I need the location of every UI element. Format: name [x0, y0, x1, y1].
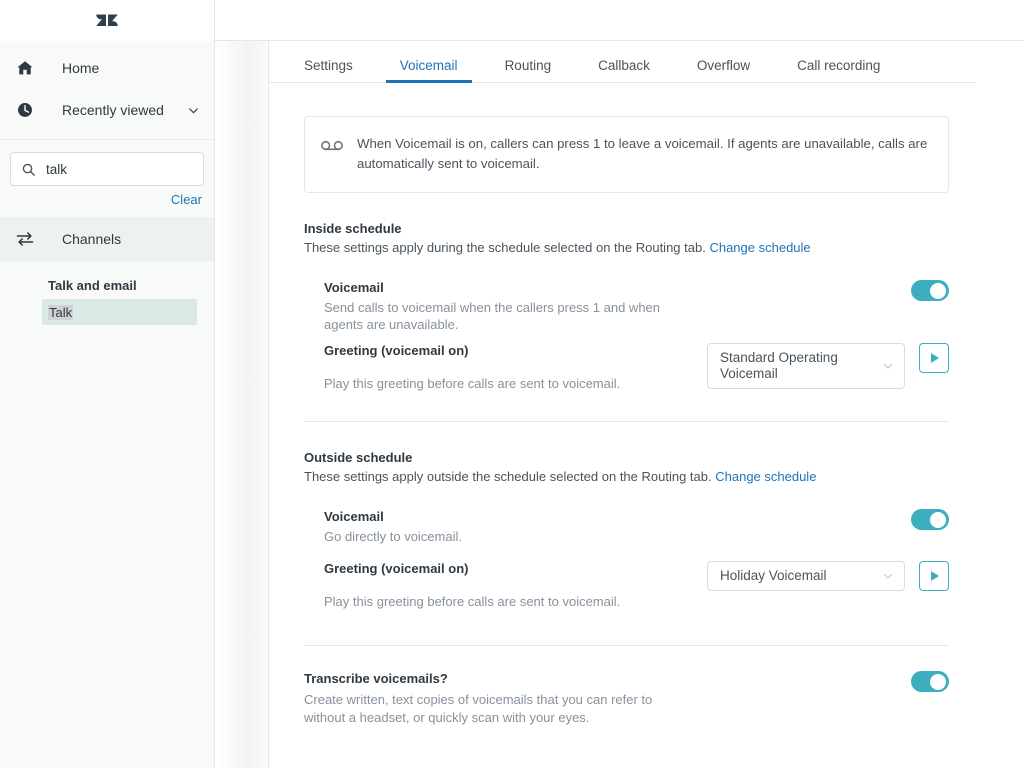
sidebar-item-channels[interactable]: Channels	[0, 217, 214, 261]
inside-schedule-description: These settings apply during the schedule…	[304, 239, 949, 257]
transcribe-section: Transcribe voicemails? Create written, t…	[304, 671, 949, 727]
outside-schedule-title: Outside schedule	[304, 450, 949, 465]
chevron-down-icon[interactable]	[186, 103, 200, 117]
channels-icon	[14, 228, 36, 250]
sidebar-item-talk-label: Talk	[48, 305, 73, 320]
sidebar-item-home-label: Home	[62, 60, 200, 76]
inside-greeting-description: Play this greeting before calls are sent…	[324, 376, 707, 391]
outside-greeting-play-button[interactable]	[919, 561, 949, 591]
outside-greeting-select[interactable]: Holiday Voicemail	[707, 561, 905, 591]
section-divider-1	[304, 421, 949, 422]
transcribe-toggle[interactable]	[911, 671, 949, 692]
inside-voicemail-toggle[interactable]	[911, 280, 949, 301]
outside-schedule-section: Outside schedule These settings apply ou…	[304, 450, 949, 609]
main-area: Settings Voicemail Routing Callback Over…	[215, 0, 1024, 768]
clock-icon	[14, 99, 36, 121]
inside-greeting-select-value: Standard Operating Voicemail	[720, 350, 876, 382]
clear-row: Clear	[0, 186, 214, 207]
primary-nav: Home Recently viewed	[0, 41, 214, 140]
sidebar-item-home[interactable]: Home	[0, 47, 214, 89]
toggle-knob	[930, 674, 946, 690]
section-divider-2	[304, 645, 949, 646]
sidebar-item-channels-label: Channels	[62, 231, 121, 247]
chevron-down-icon	[882, 360, 894, 372]
tab-call-recording[interactable]: Call recording	[797, 58, 880, 82]
info-callout-text: When Voicemail is on, callers can press …	[357, 134, 930, 174]
voicemail-icon	[321, 136, 343, 154]
play-icon	[931, 353, 939, 363]
inside-schedule-title: Inside schedule	[304, 221, 949, 236]
sidebar-item-recently-viewed-label: Recently viewed	[62, 102, 186, 118]
play-icon	[931, 571, 939, 581]
search-box[interactable]	[10, 152, 204, 186]
outside-schedule-description: These settings apply outside the schedul…	[304, 468, 949, 486]
transcribe-title: Transcribe voicemails?	[304, 671, 911, 686]
inside-greeting-play-button[interactable]	[919, 343, 949, 373]
tab-bar: Settings Voicemail Routing Callback Over…	[269, 45, 976, 83]
outside-greeting-description: Play this greeting before calls are sent…	[324, 594, 707, 609]
search-area	[0, 140, 214, 186]
inside-voicemail-text: Voicemail Send calls to voicemail when t…	[324, 280, 911, 333]
outside-change-schedule-link[interactable]: Change schedule	[715, 469, 816, 484]
inside-greeting-select[interactable]: Standard Operating Voicemail	[707, 343, 905, 389]
inside-schedule-section: Inside schedule These settings apply dur…	[304, 221, 949, 391]
outside-voicemail-toggle[interactable]	[911, 509, 949, 530]
inside-greeting-label: Greeting (voicemail on)	[324, 343, 707, 358]
search-icon	[20, 161, 36, 177]
transcribe-description: Create written, text copies of voicemail…	[304, 691, 689, 727]
outside-voicemail-row: Voicemail Go directly to voicemail.	[304, 509, 949, 545]
sidebar: Home Recently viewed	[0, 0, 215, 768]
outside-voicemail-text: Voicemail Go directly to voicemail.	[324, 509, 911, 545]
home-icon	[14, 57, 36, 79]
sidebar-item-recently-viewed[interactable]: Recently viewed	[0, 89, 214, 131]
inside-voicemail-label: Voicemail	[324, 280, 891, 295]
zendesk-logo-icon[interactable]	[95, 9, 119, 33]
inside-greeting-control: Standard Operating Voicemail	[707, 343, 949, 389]
sidebar-item-talk[interactable]: Talk	[42, 299, 197, 325]
app-root: Home Recently viewed	[0, 0, 1024, 768]
inside-greeting-row: Greeting (voicemail on) Play this greeti…	[304, 343, 949, 391]
outside-voicemail-control	[911, 509, 949, 530]
tab-callback[interactable]: Callback	[598, 58, 650, 82]
outside-voicemail-label: Voicemail	[324, 509, 891, 524]
outside-greeting-row: Greeting (voicemail on) Play this greeti…	[304, 561, 949, 609]
clear-search-link[interactable]: Clear	[171, 192, 202, 207]
outside-greeting-text: Greeting (voicemail on) Play this greeti…	[324, 561, 707, 609]
toggle-knob	[930, 512, 946, 528]
outside-greeting-control: Holiday Voicemail	[707, 561, 949, 591]
search-input[interactable]	[46, 162, 194, 177]
inside-voicemail-row: Voicemail Send calls to voicemail when t…	[304, 280, 949, 333]
inside-change-schedule-link[interactable]: Change schedule	[709, 240, 810, 255]
outside-greeting-select-value: Holiday Voicemail	[720, 568, 876, 584]
transcribe-control	[911, 671, 949, 692]
outside-schedule-description-text: These settings apply outside the schedul…	[304, 469, 712, 484]
inside-schedule-description-text: These settings apply during the schedule…	[304, 240, 706, 255]
content-panel: Settings Voicemail Routing Callback Over…	[269, 41, 1024, 768]
logo-bar	[0, 0, 214, 41]
transcribe-text: Transcribe voicemails? Create written, t…	[304, 671, 911, 727]
tab-routing[interactable]: Routing	[505, 58, 552, 82]
info-callout: When Voicemail is on, callers can press …	[304, 116, 949, 193]
tab-overflow[interactable]: Overflow	[697, 58, 750, 82]
outside-voicemail-description: Go directly to voicemail.	[324, 528, 669, 545]
top-bar	[215, 0, 1024, 41]
panel-edge-shadow	[215, 41, 269, 768]
inside-voicemail-description: Send calls to voicemail when the callers…	[324, 299, 669, 333]
inside-voicemail-control	[911, 280, 949, 301]
tab-settings[interactable]: Settings	[304, 58, 353, 82]
outside-greeting-label: Greeting (voicemail on)	[324, 561, 707, 576]
sidebar-group-title: Talk and email	[0, 278, 214, 299]
inside-greeting-text: Greeting (voicemail on) Play this greeti…	[324, 343, 707, 391]
chevron-down-icon	[882, 570, 894, 582]
sidebar-subgroup: Talk and email Talk	[0, 261, 214, 325]
tab-voicemail[interactable]: Voicemail	[400, 58, 458, 82]
toggle-knob	[930, 283, 946, 299]
